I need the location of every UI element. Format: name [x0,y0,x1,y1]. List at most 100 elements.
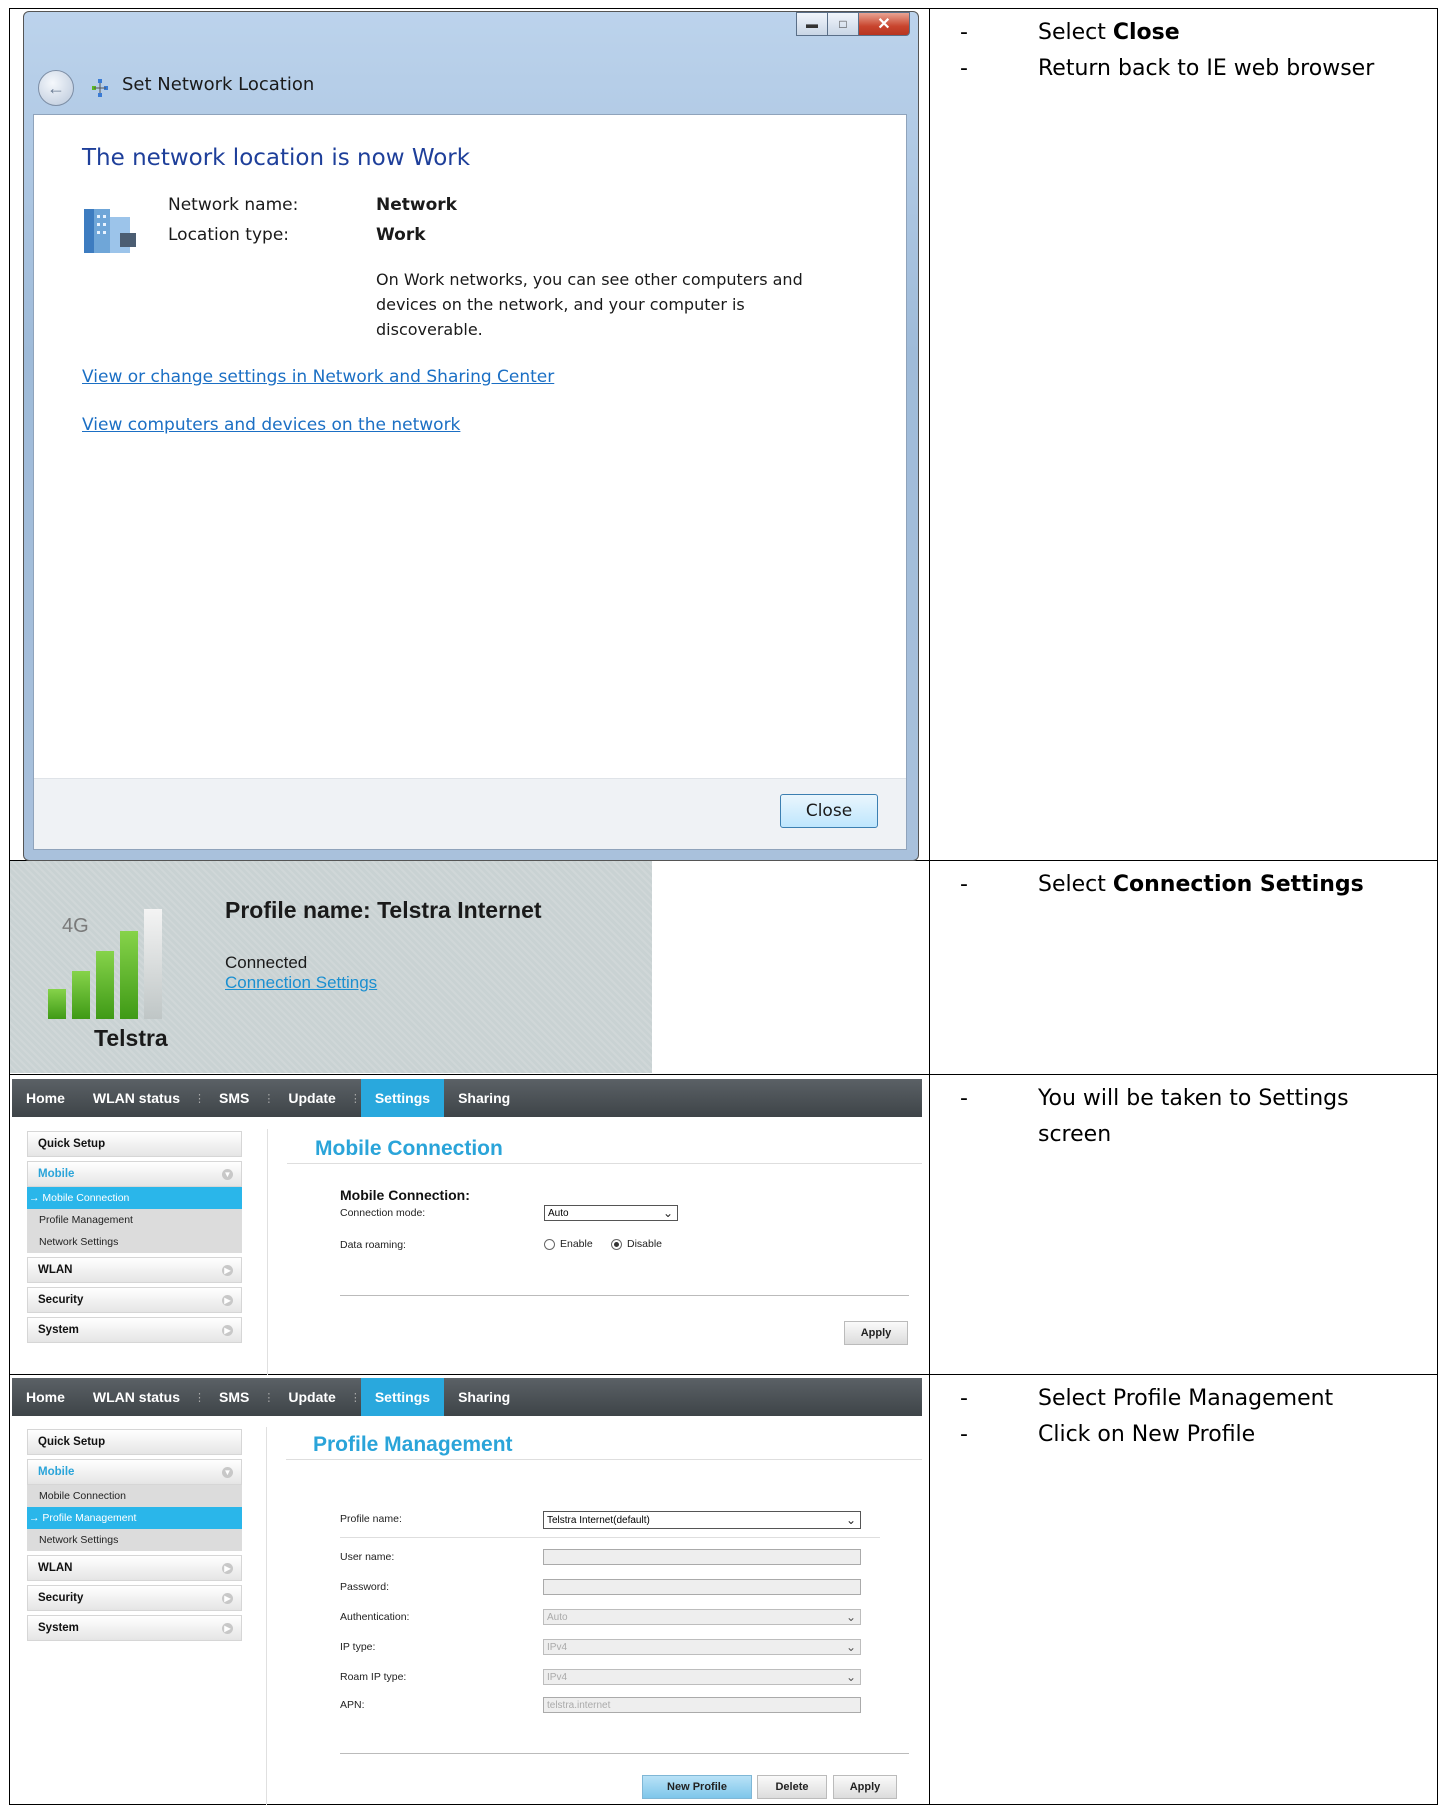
close-x-icon: ✕ [877,16,891,33]
expand-icon: ▶ [222,1264,233,1276]
instruction-table: ▬ □ ✕ ← Set Network Location The network… [9,8,1438,1805]
divider [340,1537,880,1538]
step-item: - Select Connection Settings [960,872,1364,897]
sidebar-system[interactable]: System ▶ [27,1317,242,1343]
divider [286,1459,922,1460]
apply-button[interactable]: Apply [844,1321,908,1345]
chevron-down-icon: ⌄ [845,1640,856,1654]
signal-bar [48,989,66,1019]
sidebar-item-mobile-connection[interactable]: → Mobile Connection [27,1187,242,1209]
expand-icon: ▶ [222,1622,233,1634]
dialog-content-pane: The network location is now Work Network… [33,114,907,850]
close-button[interactable]: Close [780,794,878,828]
connection-settings-link[interactable]: Connection Settings [225,973,377,993]
profile-name-select[interactable]: Telstra Internet(default) ⌄ [543,1511,861,1529]
step-item: - You will be taken to Settings screen [960,1086,1349,1147]
network-icon [92,79,108,97]
page-title: Profile Management [313,1433,513,1456]
nav-settings[interactable]: Settings [360,1378,445,1416]
authentication-select[interactable]: Auto ⌄ [543,1609,861,1625]
sidebar-security[interactable]: Security ▶ [27,1585,242,1611]
connection-mode-select[interactable]: Auto ⌄ [544,1205,678,1221]
sidebar-item-profile-management[interactable]: Profile Management [27,1209,242,1231]
carrier-brand: Telstra [94,1025,168,1051]
row1-instructions: - Select Close - Return back to IE web bro… [929,8,1438,861]
roaming-enable-radio[interactable]: Enable [544,1238,593,1250]
network-name-value: Network [376,195,457,215]
maximize-icon: □ [839,17,847,31]
maximize-button[interactable]: □ [827,12,859,36]
view-computers-link[interactable]: View computers and devices on the networ… [82,415,460,435]
signal-bar [72,971,90,1019]
sidebar-item-mobile-connection[interactable]: Mobile Connection [27,1485,242,1507]
nav-update[interactable]: Update [274,1378,349,1416]
username-field[interactable] [543,1549,861,1565]
apply-button[interactable]: Apply [833,1775,897,1799]
new-profile-button[interactable]: New Profile [642,1775,752,1799]
location-type-value: Work [376,225,426,245]
row3-screenshot-cell: Home WLAN status ⋮ SMS ⋮ Update ⋮ Settin… [9,1074,930,1375]
divider [287,1163,922,1164]
nav-update[interactable]: Update [274,1079,349,1117]
chevron-down-icon: ⌄ [845,1610,856,1624]
row3-steps: - You will be taken to Settings screen [930,1075,1437,1153]
roam-ip-type-select[interactable]: IPv4 ⌄ [543,1669,861,1685]
step-item: - Select Profile Management [960,1386,1334,1411]
profile-name-title: Profile name: Telstra Internet [225,897,542,923]
sidebar-wlan[interactable]: WLAN ▶ [27,1555,242,1581]
sidebar-item-network-settings[interactable]: Network Settings [27,1529,242,1551]
minimize-icon: ▬ [806,17,818,31]
roaming-disable-radio[interactable]: Disable [611,1238,662,1250]
password-field[interactable] [543,1579,861,1595]
dialog-footer: Close [34,778,906,849]
profile-name-label: Profile name: [340,1513,402,1525]
location-type-label: Location type: [168,225,290,245]
work-building-icon [84,209,136,253]
nav-sharing[interactable]: Sharing [444,1378,524,1416]
collapse-icon: ▼ [222,1168,233,1180]
window-title: Set Network Location [122,74,315,95]
chevron-down-icon: ⌄ [845,1670,856,1684]
window-close-button[interactable]: ✕ [858,12,910,36]
location-description: On Work networks, you can see other comp… [376,270,803,339]
sidebar-mobile[interactable]: Mobile ▼ [27,1161,242,1187]
nav-home[interactable]: Home [12,1079,79,1117]
sidebar-security[interactable]: Security ▶ [27,1287,242,1313]
ip-type-label: IP type: [340,1641,376,1653]
row2-screenshot-cell: 4G Telstra Profile name: Telstra Interne… [9,860,930,1075]
sidebar-quick-setup[interactable]: Quick Setup [27,1429,242,1455]
data-roaming-label: Data roaming: [340,1239,406,1251]
row1-steps: - Select Close - Return back to IE web bro… [930,9,1437,87]
collapse-icon: ▼ [222,1466,233,1478]
sidebar-mobile[interactable]: Mobile ▼ [27,1459,242,1485]
nav-sms[interactable]: SMS [205,1079,263,1117]
nav-home[interactable]: Home [12,1378,79,1416]
signal-bar [120,931,138,1019]
sidebar-item-profile-management[interactable]: → Profile Management [27,1507,242,1529]
section-title: Mobile Connection: [340,1187,470,1203]
nav-sharing[interactable]: Sharing [444,1079,524,1117]
back-arrow-icon[interactable]: ← [38,70,74,106]
page-heading: The network location is now Work [82,145,471,171]
nav-wlan-status[interactable]: WLAN status [79,1378,194,1416]
set-network-location-window: ▬ □ ✕ ← Set Network Location The network… [23,11,919,861]
sidebar-item-network-settings[interactable]: Network Settings [27,1231,242,1253]
expand-icon: ▶ [222,1592,233,1604]
ip-type-select[interactable]: IPv4 ⌄ [543,1639,861,1655]
sidebar-wlan[interactable]: WLAN ▶ [27,1257,242,1283]
network-sharing-center-link[interactable]: View or change settings in Network and S… [82,367,554,387]
row4-screenshot-cell: Home WLAN status ⋮ SMS ⋮ Update ⋮ Settin… [9,1374,930,1805]
window-controls: ▬ □ ✕ [796,12,910,36]
step-item: - Click on New Profile [960,1422,1256,1447]
apn-field[interactable]: telstra.internet [543,1697,861,1713]
minimize-button[interactable]: ▬ [796,12,828,36]
roam-ip-type-label: Roam IP type: [340,1671,407,1683]
sidebar-quick-setup[interactable]: Quick Setup [27,1131,242,1157]
nav-wlan-status[interactable]: WLAN status [79,1079,194,1117]
row1-screenshot-cell: ▬ □ ✕ ← Set Network Location The network… [9,8,930,861]
nav-sms[interactable]: SMS [205,1378,263,1416]
delete-button[interactable]: Delete [757,1775,827,1799]
radio-on-icon [611,1238,622,1250]
nav-settings[interactable]: Settings [360,1079,445,1117]
sidebar-system[interactable]: System ▶ [27,1615,242,1641]
